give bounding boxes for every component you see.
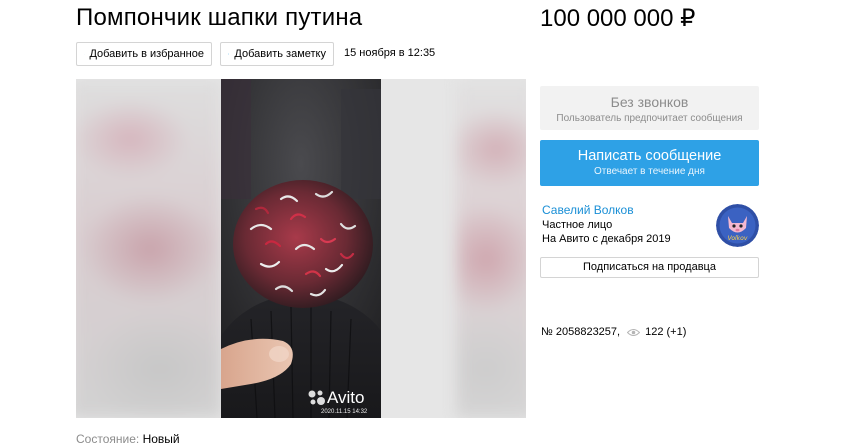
add-note-label: Добавить заметку [234,48,326,60]
no-calls-title: Без звонков [610,94,689,110]
condition-value: Новый [142,432,180,446]
blurred-background-right [456,79,526,418]
listing-number: № 2058823257, [541,326,621,338]
avito-logo-icon [308,390,325,405]
avito-watermark: Avito [307,388,365,408]
listing-stats: № 2058823257, 122 (+1) [541,326,686,338]
views-count: 122 (+1) [645,326,687,338]
add-to-favorites-button[interactable]: Добавить в избранное [76,42,212,66]
write-message-button[interactable]: Написать сообщение Отвечает в течение дн… [540,140,759,186]
add-to-favorites-label: Добавить в избранное [89,48,204,60]
seller-avatar-image: Volkov [716,204,759,247]
listing-photo[interactable]: Avito 2020.11.15 14:32 [221,79,381,418]
eye-icon [627,328,641,336]
condition-row: Состояние: Новый [76,432,180,446]
note-icon [228,53,230,55]
seller-name-link[interactable]: Савелий Волков [542,203,634,217]
response-time-label: Отвечает в течение дня [594,166,705,177]
add-note-button[interactable]: Добавить заметку [220,42,334,66]
listing-price: 100 000 000 ₽ [540,5,696,32]
no-calls-notice: Без звонков Пользователь предпочитает со… [540,86,759,130]
avatar-text: Volkov [728,235,748,242]
write-message-label: Написать сообщение [577,148,722,164]
pompom-photo [221,79,381,418]
listing-title: Помпончик шапки путина [76,4,363,31]
photo-gallery[interactable]: Avito 2020.11.15 14:32 [76,79,526,418]
listing-date: 15 ноября в 12:35 [344,47,436,59]
photo-timestamp: 2020.11.15 14:32 [321,409,368,415]
seller-type: Частное лицо [542,219,613,231]
blurred-background-left [76,79,222,418]
seller-since: На Авито с декабря 2019 [542,233,671,245]
no-calls-subtitle: Пользователь предпочитает сообщения [556,113,743,124]
seller-avatar[interactable]: Volkov [716,204,759,247]
avito-watermark-text: Avito [327,388,365,407]
condition-label: Состояние: [76,432,140,446]
subscribe-to-seller-button[interactable]: Подписаться на продавца [540,257,759,278]
